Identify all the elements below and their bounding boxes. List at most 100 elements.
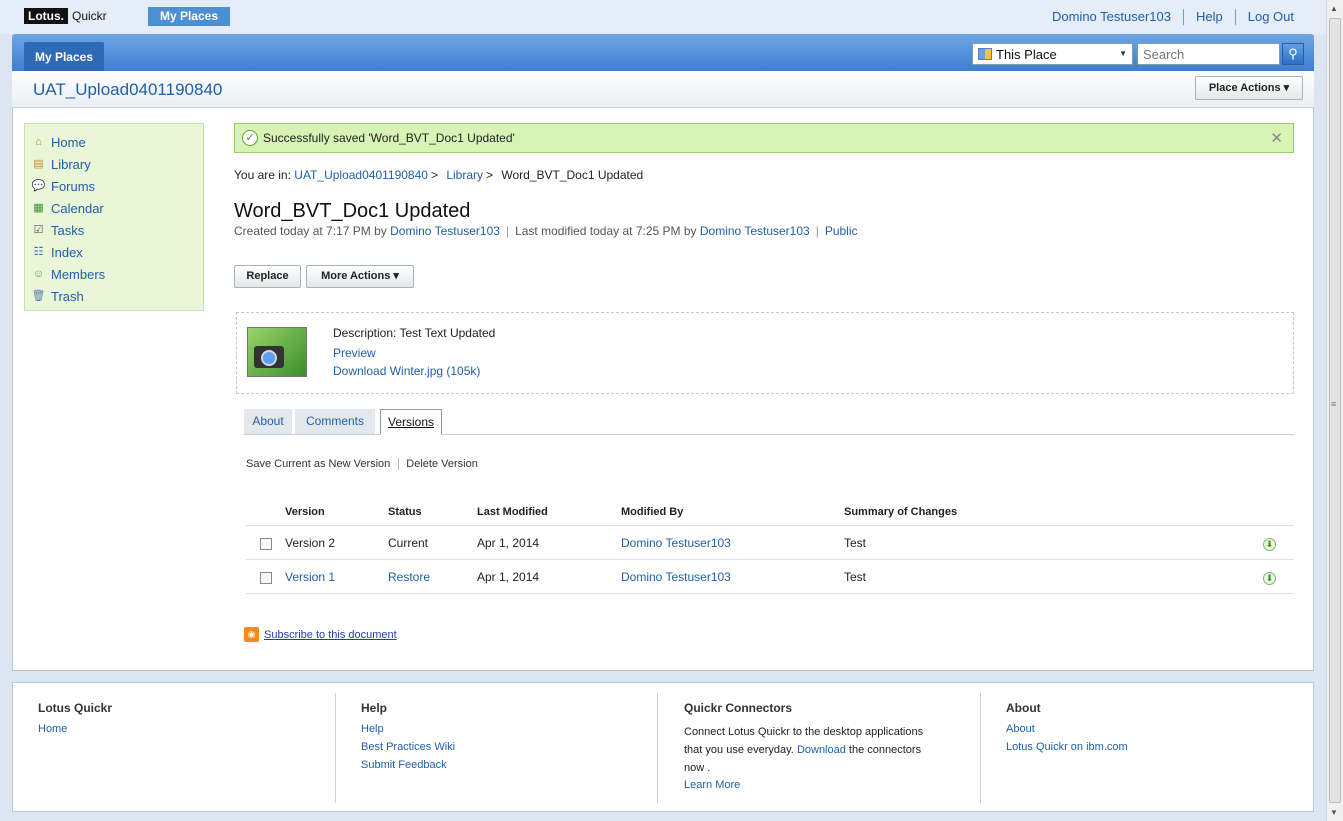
footer-link-download[interactable]: Download (797, 744, 846, 756)
connectors-text-3: the connectors (848, 744, 922, 756)
sidebar-nav: ⌂ Home ▤ Library 💬 Forums ▦ Calendar ☑ T… (24, 123, 204, 311)
search-scope-select[interactable]: This Place ▼ (972, 43, 1133, 65)
footer-link-best-practices[interactable]: Best Practices Wiki (361, 741, 655, 753)
sidebar-item-label: Members (51, 266, 106, 282)
calendar-icon: ▦ (33, 201, 44, 214)
restore-link[interactable]: Restore (388, 560, 430, 594)
delete-version-button[interactable]: Delete Version (406, 458, 486, 470)
save-current-version-button[interactable]: Save Current as New Version (246, 458, 400, 470)
created-text: Created today at 7:17 PM by (234, 224, 387, 238)
attachment-panel: Description: Test Text Updated Preview D… (236, 312, 1294, 394)
user-link[interactable]: Domino Testuser103 (1040, 9, 1183, 25)
breadcrumb-place[interactable]: UAT_Upload0401190840 (294, 168, 428, 182)
breadcrumb-library[interactable]: Library (446, 168, 483, 182)
sidebar-item-tasks[interactable]: ☑ Tasks (25, 219, 203, 241)
footer-link-learn-more[interactable]: Learn More (684, 779, 979, 791)
logout-link[interactable]: Log Out (1234, 9, 1306, 25)
help-link[interactable]: Help (1182, 9, 1235, 25)
version-name-link[interactable]: Version 1 (285, 560, 335, 594)
footer-link-feedback[interactable]: Submit Feedback (361, 759, 655, 771)
sidebar-item-forums[interactable]: 💬 Forums (25, 175, 203, 197)
sidebar-item-index[interactable]: ☷ Index (25, 241, 203, 263)
tab-about[interactable]: About (244, 409, 292, 434)
modified-text: Last modified today at 7:25 PM by (515, 224, 697, 238)
created-by-link[interactable]: Domino Testuser103 (390, 224, 500, 238)
subscribe-link[interactable]: Subscribe to this document (264, 629, 397, 641)
attachment-description: Description: Test Text Updated (333, 326, 496, 340)
sidebar-item-members[interactable]: ☺ Members (25, 263, 203, 285)
connectors-text-2: that you use everyday. (684, 744, 794, 756)
footer-link-ibm[interactable]: Lotus Quickr on ibm.com (1006, 741, 1300, 753)
trash-icon: 🗑 (31, 289, 46, 302)
footer-link-help[interactable]: Help (361, 723, 655, 735)
version-date: Apr 1, 2014 (477, 570, 540, 584)
more-actions-button[interactable]: More Actions ▾ (306, 265, 414, 288)
sidebar-item-label: Calendar (51, 200, 104, 216)
my-places-link[interactable]: My Places (148, 7, 230, 26)
version-name: Version 2 (285, 536, 336, 550)
index-icon: ☷ (33, 245, 44, 258)
library-icon: ▤ (33, 157, 44, 170)
scroll-up-icon[interactable]: ▲ (1330, 4, 1338, 13)
sidebar-item-label: Forums (51, 178, 96, 194)
version-summary: Test (844, 536, 867, 550)
modified-by-link[interactable]: Domino Testuser103 (700, 224, 810, 238)
preview-link[interactable]: Preview (333, 346, 376, 360)
camera-lens (261, 350, 277, 366)
sidebar-item-library[interactable]: ▤ Library (25, 153, 203, 175)
sidebar-item-label: Index (51, 244, 83, 260)
search-button[interactable]: ⚲ (1282, 43, 1304, 65)
version-author-link[interactable]: Domino Testuser103 (621, 526, 731, 560)
access-link[interactable]: Public (825, 224, 858, 238)
lotus-quickr-logo[interactable]: Lotus. Quickr (24, 8, 107, 24)
breadcrumb-prefix: You are in: (234, 168, 291, 182)
download-icon[interactable]: ⬇ (1263, 538, 1276, 551)
close-icon[interactable]: ✕ (1270, 129, 1283, 147)
sidebar-item-home[interactable]: ⌂ Home (25, 131, 203, 153)
success-message: ✓ Successfully saved 'Word_BVT_Doc1 Upda… (234, 123, 1294, 153)
subscribe-feed: ◉ Subscribe to this document (244, 627, 397, 642)
download-icon[interactable]: ⬇ (1263, 572, 1276, 585)
rss-icon[interactable]: ◉ (244, 627, 259, 642)
search-scope-value: This Place (996, 46, 1057, 62)
my-places-tab[interactable]: My Places (24, 42, 104, 71)
scroll-down-icon[interactable]: ▼ (1330, 808, 1338, 817)
breadcrumb-separator: > (486, 168, 494, 182)
scroll-grip-icon: ≡ (1331, 399, 1337, 409)
version-author-link[interactable]: Domino Testuser103 (621, 560, 731, 594)
place-actions-button[interactable]: Place Actions ▾ (1195, 76, 1303, 100)
column-header-modified-by: Modified By (621, 506, 684, 518)
vertical-scrollbar[interactable]: ▲ ≡ ▼ (1326, 0, 1343, 821)
breadcrumb-separator: > (430, 168, 438, 182)
meta-divider: | (505, 224, 510, 238)
version-actions: Save Current as New Version Delete Versi… (246, 458, 493, 470)
row-checkbox[interactable] (260, 538, 272, 550)
column-header-version: Version (285, 506, 325, 518)
replace-button[interactable]: Replace (234, 265, 301, 288)
scrollbar-thumb[interactable] (1329, 18, 1341, 803)
download-link[interactable]: Download Winter.jpg (105k) (333, 364, 480, 378)
sidebar-item-trash[interactable]: 🗑 Trash (25, 285, 203, 307)
footer-column-help: Help Help Best Practices Wiki Submit Fee… (335, 693, 655, 803)
search-input[interactable] (1137, 43, 1280, 65)
tab-comments[interactable]: Comments (295, 409, 375, 434)
connectors-text-1: Connect Lotus Quickr to the desktop appl… (684, 726, 924, 738)
footer-link-home[interactable]: Home (38, 723, 338, 735)
breadcrumb-current: Word_BVT_Doc1 Updated (501, 168, 644, 182)
footer-link-about[interactable]: About (1006, 723, 1300, 735)
sidebar-item-calendar[interactable]: ▦ Calendar (25, 197, 203, 219)
row-checkbox[interactable] (260, 572, 272, 584)
connectors-text: Connect Lotus Quickr to the desktop appl… (684, 723, 979, 777)
place-title[interactable]: UAT_Upload0401190840 (33, 80, 222, 100)
place-scope-icon (978, 48, 992, 60)
footer-heading: Lotus Quickr (38, 701, 113, 715)
footer: Lotus Quickr Home Help Help Best Practic… (12, 682, 1314, 812)
version-status: Current (388, 536, 429, 550)
tab-versions[interactable]: Versions (380, 409, 442, 435)
versions-table: Version Status Last Modified Modified By… (246, 499, 1294, 594)
place-actions-label: Place Actions (1208, 82, 1281, 94)
version-summary: Test (844, 570, 867, 584)
logo-lotus: Lotus. (24, 8, 68, 24)
footer-heading: Quickr Connectors (684, 701, 793, 715)
chevron-down-icon: ▾ (1283, 82, 1290, 94)
